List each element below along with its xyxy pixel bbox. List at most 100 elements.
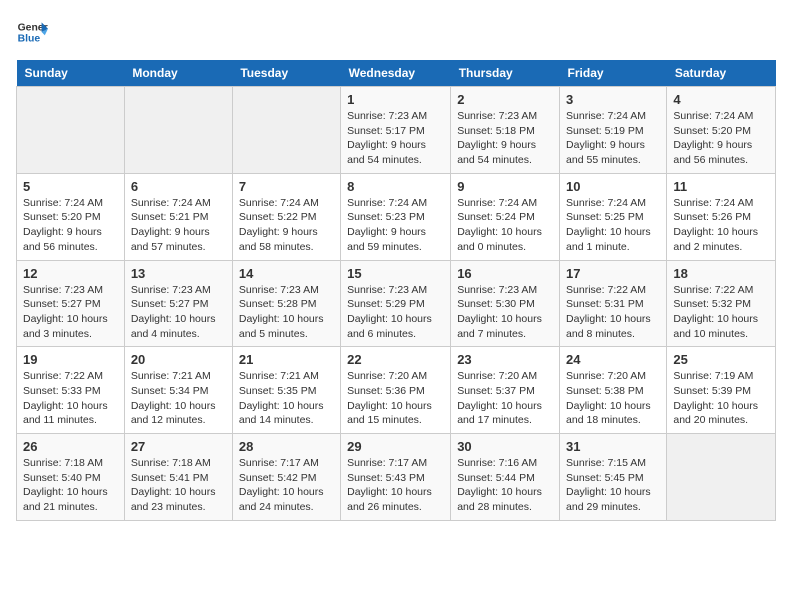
day-info: Sunrise: 7:22 AM Sunset: 5:33 PM Dayligh… (23, 369, 118, 428)
day-info: Sunrise: 7:23 AM Sunset: 5:18 PM Dayligh… (457, 109, 553, 168)
day-number: 9 (457, 179, 553, 194)
calendar-cell: 11 Sunrise: 7:24 AM Sunset: 5:26 PM Dayli… (667, 173, 776, 260)
calendar-cell: 7 Sunrise: 7:24 AM Sunset: 5:22 PM Daylig… (232, 173, 340, 260)
calendar-cell: 28Sunrise: 7:17 AM Sunset: 5:42 PM Dayli… (232, 434, 340, 521)
day-info: Sunrise: 7:18 AM Sunset: 5:41 PM Dayligh… (131, 456, 226, 515)
day-info: Sunrise: 7:23 AM Sunset: 5:27 PM Dayligh… (131, 283, 226, 342)
calendar-cell: 23 Sunrise: 7:20 AM Sunset: 5:37 PM Dayli… (451, 347, 560, 434)
calendar-cell: 27 Sunrise: 7:18 AM Sunset: 5:41 PM Dayli… (124, 434, 232, 521)
calendar-cell: 9 Sunrise: 7:24 AM Sunset: 5:24 PM Daylig… (451, 173, 560, 260)
calendar-cell: 6 Sunrise: 7:24 AM Sunset: 5:21 PM Daylig… (124, 173, 232, 260)
day-number: 26 (23, 439, 118, 454)
day-number: 4 (673, 92, 769, 107)
calendar-cell: 15 Sunrise: 7:23 AM Sunset: 5:29 PM Dayli… (341, 260, 451, 347)
day-info: Sunrise: 7:20 AM Sunset: 5:36 PM Dayligh… (347, 369, 444, 428)
day-info: Sunrise: 7:24 AM Sunset: 5:25 PM Dayligh… (566, 196, 660, 255)
day-info: Sunrise: 7:23 AM Sunset: 5:27 PM Dayligh… (23, 283, 118, 342)
day-info: Sunrise: 7:17 AM Sunset: 5:42 PM Dayligh… (239, 456, 334, 515)
calendar-cell: 10 Sunrise: 7:24 AM Sunset: 5:25 PM Dayli… (560, 173, 667, 260)
day-number: 7 (239, 179, 334, 194)
column-header-saturday: Saturday (667, 60, 776, 87)
calendar-cell: 1Sunrise: 7:23 AM Sunset: 5:17 PM Daylig… (341, 87, 451, 174)
calendar-cell (232, 87, 340, 174)
day-info: Sunrise: 7:21 AM Sunset: 5:34 PM Dayligh… (131, 369, 226, 428)
calendar-cell: 29 Sunrise: 7:17 AM Sunset: 5:43 PM Dayli… (341, 434, 451, 521)
logo-icon: General Blue (16, 16, 48, 48)
day-number: 11 (673, 179, 769, 194)
day-number: 6 (131, 179, 226, 194)
calendar-cell: 12Sunrise: 7:23 AM Sunset: 5:27 PM Dayli… (17, 260, 125, 347)
day-info: Sunrise: 7:24 AM Sunset: 5:23 PM Dayligh… (347, 196, 444, 255)
day-number: 24 (566, 352, 660, 367)
day-info: Sunrise: 7:24 AM Sunset: 5:26 PM Dayligh… (673, 196, 769, 255)
calendar-week-row: 12Sunrise: 7:23 AM Sunset: 5:27 PM Dayli… (17, 260, 776, 347)
day-info: Sunrise: 7:23 AM Sunset: 5:30 PM Dayligh… (457, 283, 553, 342)
day-number: 21 (239, 352, 334, 367)
calendar-cell: 2 Sunrise: 7:23 AM Sunset: 5:18 PM Daylig… (451, 87, 560, 174)
day-info: Sunrise: 7:23 AM Sunset: 5:28 PM Dayligh… (239, 283, 334, 342)
calendar-cell: 22 Sunrise: 7:20 AM Sunset: 5:36 PM Dayli… (341, 347, 451, 434)
day-number: 30 (457, 439, 553, 454)
day-info: Sunrise: 7:24 AM Sunset: 5:20 PM Dayligh… (673, 109, 769, 168)
day-info: Sunrise: 7:19 AM Sunset: 5:39 PM Dayligh… (673, 369, 769, 428)
column-header-wednesday: Wednesday (341, 60, 451, 87)
calendar-cell: 13 Sunrise: 7:23 AM Sunset: 5:27 PM Dayli… (124, 260, 232, 347)
day-number: 2 (457, 92, 553, 107)
calendar-cell: 17 Sunrise: 7:22 AM Sunset: 5:31 PM Dayli… (560, 260, 667, 347)
day-info: Sunrise: 7:18 AM Sunset: 5:40 PM Dayligh… (23, 456, 118, 515)
day-info: Sunrise: 7:22 AM Sunset: 5:32 PM Dayligh… (673, 283, 769, 342)
day-info: Sunrise: 7:24 AM Sunset: 5:22 PM Dayligh… (239, 196, 334, 255)
day-info: Sunrise: 7:16 AM Sunset: 5:44 PM Dayligh… (457, 456, 553, 515)
calendar-cell: 8 Sunrise: 7:24 AM Sunset: 5:23 PM Daylig… (341, 173, 451, 260)
day-number: 22 (347, 352, 444, 367)
calendar-week-row: 1Sunrise: 7:23 AM Sunset: 5:17 PM Daylig… (17, 87, 776, 174)
page-header: General Blue (16, 16, 776, 48)
day-number: 19 (23, 352, 118, 367)
calendar-cell: 5Sunrise: 7:24 AM Sunset: 5:20 PM Daylig… (17, 173, 125, 260)
calendar-week-row: 19 Sunrise: 7:22 AM Sunset: 5:33 PM Dayli… (17, 347, 776, 434)
calendar-cell (17, 87, 125, 174)
day-info: Sunrise: 7:20 AM Sunset: 5:37 PM Dayligh… (457, 369, 553, 428)
day-number: 8 (347, 179, 444, 194)
day-info: Sunrise: 7:24 AM Sunset: 5:19 PM Dayligh… (566, 109, 660, 168)
column-header-tuesday: Tuesday (232, 60, 340, 87)
day-number: 14 (239, 266, 334, 281)
day-number: 10 (566, 179, 660, 194)
day-number: 15 (347, 266, 444, 281)
day-number: 23 (457, 352, 553, 367)
calendar-cell: 20 Sunrise: 7:21 AM Sunset: 5:34 PM Dayli… (124, 347, 232, 434)
logo: General Blue (16, 16, 54, 48)
calendar-table: SundayMondayTuesdayWednesdayThursdayFrid… (16, 60, 776, 521)
calendar-cell: 16 Sunrise: 7:23 AM Sunset: 5:30 PM Dayli… (451, 260, 560, 347)
calendar-cell: 19 Sunrise: 7:22 AM Sunset: 5:33 PM Dayli… (17, 347, 125, 434)
column-header-friday: Friday (560, 60, 667, 87)
day-number: 29 (347, 439, 444, 454)
calendar-cell: 14 Sunrise: 7:23 AM Sunset: 5:28 PM Dayli… (232, 260, 340, 347)
day-info: Sunrise: 7:23 AM Sunset: 5:17 PM Dayligh… (347, 109, 444, 168)
column-header-thursday: Thursday (451, 60, 560, 87)
calendar-cell: 25Sunrise: 7:19 AM Sunset: 5:39 PM Dayli… (667, 347, 776, 434)
calendar-cell: 31 Sunrise: 7:15 AM Sunset: 5:45 PM Dayli… (560, 434, 667, 521)
day-number: 16 (457, 266, 553, 281)
calendar-cell: 21Sunrise: 7:21 AM Sunset: 5:35 PM Dayli… (232, 347, 340, 434)
calendar-week-row: 26 Sunrise: 7:18 AM Sunset: 5:40 PM Dayli… (17, 434, 776, 521)
day-number: 17 (566, 266, 660, 281)
day-info: Sunrise: 7:24 AM Sunset: 5:21 PM Dayligh… (131, 196, 226, 255)
day-info: Sunrise: 7:23 AM Sunset: 5:29 PM Dayligh… (347, 283, 444, 342)
day-info: Sunrise: 7:24 AM Sunset: 5:24 PM Dayligh… (457, 196, 553, 255)
day-info: Sunrise: 7:22 AM Sunset: 5:31 PM Dayligh… (566, 283, 660, 342)
calendar-cell: 18 Sunrise: 7:22 AM Sunset: 5:32 PM Dayli… (667, 260, 776, 347)
column-header-sunday: Sunday (17, 60, 125, 87)
day-number: 31 (566, 439, 660, 454)
calendar-cell (124, 87, 232, 174)
day-info: Sunrise: 7:15 AM Sunset: 5:45 PM Dayligh… (566, 456, 660, 515)
calendar-week-row: 5Sunrise: 7:24 AM Sunset: 5:20 PM Daylig… (17, 173, 776, 260)
column-header-monday: Monday (124, 60, 232, 87)
day-number: 20 (131, 352, 226, 367)
calendar-cell: 4 Sunrise: 7:24 AM Sunset: 5:20 PM Daylig… (667, 87, 776, 174)
day-number: 18 (673, 266, 769, 281)
day-number: 27 (131, 439, 226, 454)
day-number: 13 (131, 266, 226, 281)
day-info: Sunrise: 7:17 AM Sunset: 5:43 PM Dayligh… (347, 456, 444, 515)
calendar-cell (667, 434, 776, 521)
